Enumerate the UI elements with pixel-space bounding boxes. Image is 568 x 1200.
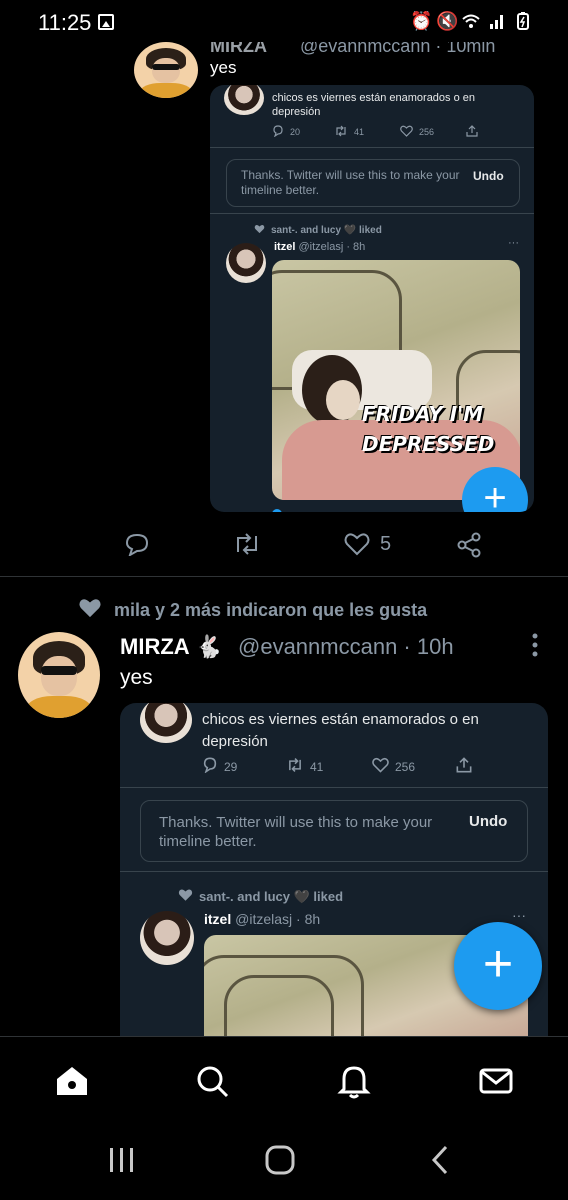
gallery-icon: [98, 14, 114, 30]
retweet-icon: [334, 125, 348, 139]
messages-icon[interactable]: [476, 1061, 516, 1101]
undo-button[interactable]: Undo: [469, 813, 507, 830]
feedback-box: Thanks. Twitter will use this to make yo…: [140, 800, 528, 862]
quoted-avatar: [140, 703, 192, 743]
retweet-count: 41: [334, 125, 364, 139]
tweet-image[interactable]: chicos es viernes están enamorados o en …: [210, 85, 534, 512]
reply-icon: [202, 757, 218, 776]
home-icon[interactable]: [52, 1061, 92, 1101]
retweet-icon: [286, 757, 304, 776]
heart-icon: [372, 757, 389, 776]
quoted-text: chicos es viernes están enamorados o en …: [202, 711, 479, 750]
avatar[interactable]: [18, 632, 100, 718]
search-icon[interactable]: [192, 1061, 232, 1101]
reply-button[interactable]: [124, 532, 150, 556]
heart-icon: [400, 125, 413, 139]
status-time: 11:25: [38, 10, 92, 35]
heart-filled-icon: [254, 224, 265, 237]
itzel-avatar: [226, 243, 266, 283]
more-icon[interactable]: ···: [508, 237, 519, 249]
reply-count: 29: [202, 757, 237, 776]
back-icon[interactable]: [428, 1144, 452, 1181]
retweet-button[interactable]: [232, 532, 262, 556]
like-button[interactable]: 5: [344, 532, 391, 556]
meme-caption-line1: FRIDAY I'M: [362, 402, 484, 426]
share-icon: [456, 757, 472, 773]
battery-icon: [514, 12, 532, 30]
social-context: mila y 2 más indicaron que les gusta: [78, 597, 427, 624]
quoted-text: chicos es viernes están enamorados o en …: [272, 92, 476, 118]
avatar[interactable]: [134, 42, 198, 98]
more-vertical-icon[interactable]: [528, 632, 542, 663]
share-icon: [466, 125, 478, 137]
mute-icon: 🔇: [436, 11, 459, 31]
heart-filled-icon: [78, 597, 102, 624]
heart-filled-icon: [178, 888, 193, 905]
quoted-avatar: [224, 85, 264, 115]
alarm-icon: ⏰: [410, 11, 433, 31]
more-icon[interactable]: ···: [512, 907, 526, 923]
meme-caption-line2: DEPRESSED: [362, 432, 495, 456]
tweet-text: yes: [210, 58, 237, 77]
tweet-author-handle: @evannmccann · 10h: [238, 634, 454, 659]
compose-tweet-button[interactable]: +: [454, 922, 542, 1010]
liked-by-line: sant-. and lucy 🖤 liked: [178, 888, 343, 905]
tweet-text: yes: [120, 666, 153, 689]
bottom-nav: [0, 1036, 568, 1128]
home-system-icon[interactable]: [264, 1144, 298, 1181]
meme-image[interactable]: FRIDAY I'M DEPRESSED: [272, 260, 520, 500]
itzel-name: itzel @itzelasj · 8h: [274, 241, 366, 253]
feedback-message: Thanks. Twitter will use this to make yo…: [159, 814, 433, 850]
feedback-message: Thanks. Twitter will use this to make yo…: [241, 168, 460, 197]
like-count: 5: [380, 532, 392, 555]
retweet-count: 41: [286, 757, 323, 776]
status-icons: ⏰ 🔇: [410, 12, 532, 30]
recent-apps-icon[interactable]: [106, 1146, 138, 1179]
itzel-name: itzel @itzelasj · 8h: [204, 911, 321, 927]
notifications-icon[interactable]: [334, 1061, 374, 1101]
feedback-box: Thanks. Twitter will use this to make yo…: [226, 159, 520, 207]
status-bar: 11:25 ⏰ 🔇: [0, 0, 568, 48]
share-button[interactable]: [456, 532, 482, 558]
reply-count: 20: [272, 125, 300, 139]
reply-icon: [272, 125, 284, 139]
itzel-avatar: [140, 911, 194, 965]
liked-by-line: sant-. and lucy 🖤 liked: [254, 224, 382, 237]
tweet-divider: [0, 576, 568, 577]
tweet-author-name[interactable]: MIRZA 🐇: [120, 634, 222, 660]
undo-button[interactable]: Undo: [473, 169, 504, 183]
wifi-icon: [462, 12, 480, 30]
like-count: 256: [400, 125, 434, 139]
signal-icon: [488, 12, 506, 30]
like-count: 256: [372, 757, 415, 776]
system-nav-bar: [0, 1128, 568, 1200]
